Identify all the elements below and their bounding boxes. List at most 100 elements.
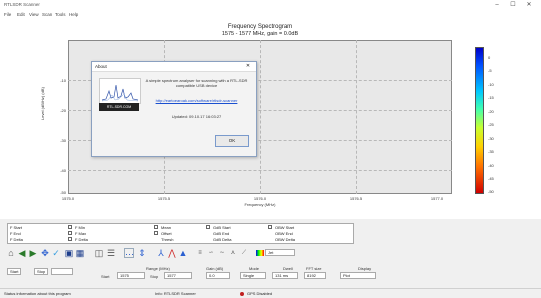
grid-line	[68, 170, 452, 171]
menu-file[interactable]: File	[4, 12, 11, 17]
forward-icon[interactable]: ▶	[28, 248, 38, 258]
continuous-select[interactable]	[51, 268, 73, 275]
display-label: Display	[358, 266, 372, 271]
range-label: Range (MHz)	[146, 266, 170, 271]
checkbox-fmin[interactable]	[68, 225, 72, 229]
colorbar-tick: -20	[488, 109, 494, 114]
ok-button[interactable]: OK	[215, 135, 249, 147]
dwell-select[interactable]: 131 ms	[272, 272, 298, 279]
mode-select[interactable]: Single	[240, 272, 266, 279]
measure-label: GdB Delta	[213, 237, 232, 242]
fft-size-select[interactable]: 8192	[304, 272, 326, 279]
pan-icon[interactable]: ✥	[40, 248, 50, 258]
line-icon[interactable]: ⅄	[156, 248, 166, 258]
stop-frequency-input[interactable]: 1577	[164, 272, 192, 279]
measure-label: OBW Delta	[275, 237, 296, 242]
dialog-title-bar: About ✕	[92, 62, 256, 72]
menu-edit[interactable]: Edit	[17, 12, 25, 17]
zoom-icon[interactable]: ✓	[51, 248, 61, 258]
checkbox-offset[interactable]	[154, 231, 158, 235]
marker-icon[interactable]: ☰	[106, 248, 116, 258]
measure-label: GdB End	[213, 231, 230, 236]
close-button[interactable]: ✕	[522, 1, 536, 10]
y-tick-label: -10	[60, 78, 66, 83]
colorbar-tick: 0	[488, 55, 491, 60]
menu-scan[interactable]: Scan	[42, 12, 52, 17]
colorbar-tick: -50	[488, 189, 494, 194]
status-text: Status information about this program	[4, 291, 71, 296]
peak-icon[interactable]: ⇕	[137, 248, 147, 258]
start-scan-button[interactable]: Start	[7, 268, 21, 275]
colormap-select[interactable]: Jet	[265, 249, 295, 256]
dialog-title: About	[95, 64, 107, 69]
window-title: RTLSDR Scanner	[4, 2, 40, 7]
cursor-icon[interactable]: ▲	[178, 248, 188, 258]
measure-label: OBW End	[275, 231, 293, 236]
gain-label: Gain (dB)	[206, 266, 224, 271]
colorbar-tick: -35	[488, 149, 494, 154]
checkbox-fdelta[interactable]	[68, 237, 72, 241]
avg-icon[interactable]: ≡	[195, 248, 205, 258]
smooth-icon[interactable]: ∽	[206, 248, 216, 258]
measurement-table	[7, 223, 354, 244]
back-icon[interactable]: ◀	[17, 248, 27, 258]
menu-view[interactable]: View	[29, 12, 39, 17]
x-axis-label: Frequency (MHz)	[244, 202, 276, 207]
measure-label: Thresh	[161, 237, 174, 242]
fft-label: FFT size	[306, 266, 322, 271]
stop-label: Stop	[150, 274, 159, 279]
measure-label: F Min	[75, 225, 85, 230]
checkbox-fmax[interactable]	[68, 231, 72, 235]
display-select[interactable]: Plot	[340, 272, 376, 279]
gps-status: GPS Disabled	[247, 291, 273, 296]
checkbox-obw[interactable]	[268, 225, 272, 229]
checkbox-mean[interactable]	[154, 225, 158, 229]
mountain-icon[interactable]: ⋀	[167, 248, 177, 258]
title-bar: RTLSDR Scanner – ☐ ✕	[0, 0, 541, 11]
menu-tools[interactable]: Tools	[55, 12, 66, 17]
y-tick-label: -20	[60, 108, 66, 113]
x-tick-label: 1575.0	[61, 196, 75, 201]
menu-help[interactable]: Help	[69, 12, 78, 17]
subplots-icon[interactable]: ▦	[75, 248, 85, 258]
dwell-label: Dwell	[283, 266, 293, 271]
plot-title: Frequency Spectrogram	[227, 24, 293, 30]
measure-label: Offset	[161, 231, 172, 236]
save-icon[interactable]: ▣	[64, 248, 74, 258]
grid-icon[interactable]: ◫	[94, 248, 104, 258]
measure-label: GdB Start	[213, 225, 231, 230]
stop-scan-button[interactable]: Stop	[34, 268, 48, 275]
x-tick-label: 1576.5	[349, 196, 363, 201]
minimize-button[interactable]: –	[490, 1, 504, 10]
start-frequency-input[interactable]: 1575	[117, 272, 145, 279]
measure-label: Mean	[161, 225, 172, 230]
dialog-link[interactable]: http://eartoearoak.com/software/rtlsdr-s…	[144, 98, 249, 103]
colorbar-tick: -45	[488, 176, 494, 181]
plot-subtitle: 1575 - 1577 MHz, gain = 0.0dB	[221, 31, 299, 37]
measure-label: F Delta	[75, 237, 88, 242]
measure-label: F Max	[75, 231, 87, 236]
spectrum-thumbnail-icon	[99, 78, 141, 104]
y-tick-label: -40	[60, 168, 66, 173]
trace-icon[interactable]: ⟋	[239, 248, 249, 258]
mode-label: Mode	[249, 266, 260, 271]
dialog-description: A simple spectrum analyser for scanning …	[145, 78, 248, 88]
gain-select[interactable]: 0.0	[206, 272, 230, 279]
measure-label: OBW Start	[275, 225, 295, 230]
colorbar	[475, 47, 484, 194]
colorbar-tick: -10	[488, 82, 494, 87]
maximize-button[interactable]: ☐	[506, 1, 520, 10]
x-tick-label: 1576.0	[253, 196, 267, 201]
checkbox-gdb[interactable]	[206, 225, 210, 229]
range-icon[interactable]: ⋯	[124, 248, 134, 259]
y-axis-label: Level (dB/Hz) (dB)	[40, 87, 45, 120]
diff-icon[interactable]: ∼	[217, 248, 227, 258]
about-dialog: About ✕ RTL-SDR.COM A simple spectrum an…	[91, 61, 257, 157]
x-tick-label: 1575.5	[157, 196, 171, 201]
dialog-close-button[interactable]: ✕	[242, 63, 254, 70]
dialog-updated: Updated: 09.10.17 16:03:27	[171, 114, 222, 119]
y-tick-label: -50	[60, 190, 66, 195]
color-icon	[256, 250, 264, 256]
home-icon[interactable]: ⌂	[6, 248, 16, 258]
delta-icon[interactable]: ⋏	[228, 248, 238, 258]
